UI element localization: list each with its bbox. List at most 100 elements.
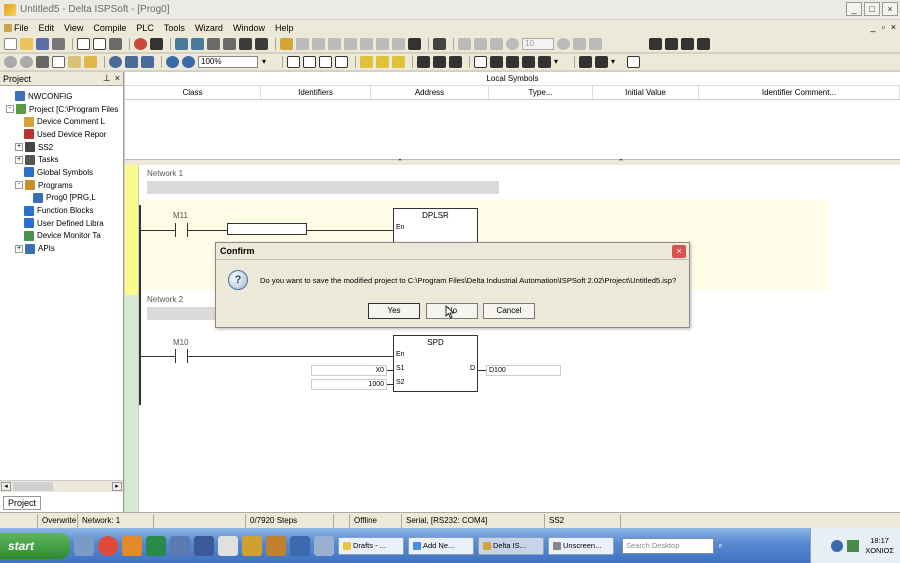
upload-icon[interactable] (223, 38, 236, 50)
scroll-left-icon[interactable]: ◂ (1, 482, 11, 491)
contact-nc-icon[interactable] (433, 56, 446, 68)
monitor-icon[interactable] (191, 38, 204, 50)
pause-icon[interactable] (255, 38, 268, 50)
tree-item[interactable]: - Programs (0, 179, 123, 192)
menu-edit[interactable]: Edit (39, 23, 55, 33)
network-2-comment-bar[interactable] (147, 307, 217, 320)
close-button[interactable]: × (882, 2, 898, 16)
tree-item[interactable]: + SS2 (0, 141, 123, 154)
table-view-icon[interactable] (303, 56, 316, 68)
goto-icon[interactable] (141, 56, 154, 68)
api-icon[interactable] (627, 56, 640, 68)
window-grid-icon[interactable] (697, 38, 710, 50)
tree-item[interactable]: Device Comment L (0, 115, 123, 128)
collapse-icon[interactable]: - (15, 181, 23, 190)
comment-view-icon[interactable] (335, 56, 348, 68)
column-header-identifiers[interactable]: Identifiers (261, 86, 371, 99)
chevron-down-icon[interactable]: ▾ (554, 56, 567, 68)
excel-icon[interactable] (146, 535, 166, 556)
desktop-icon[interactable] (314, 535, 334, 556)
tray-language-icon[interactable] (831, 539, 844, 552)
menu-wizard[interactable]: Wizard (195, 23, 223, 33)
replace-icon[interactable] (125, 56, 138, 68)
tray-clock[interactable]: 18:17 ΧΟΝΙΟΣ (865, 536, 894, 556)
menu-plc[interactable]: PLC (136, 23, 154, 33)
yes-button[interactable]: Yes (368, 303, 420, 319)
chevron-down-icon[interactable]: ▾ (611, 56, 624, 68)
app-icon[interactable] (290, 535, 310, 556)
hline-icon[interactable] (490, 56, 503, 68)
open-folder-icon[interactable] (20, 38, 33, 50)
print-icon[interactable] (52, 38, 65, 50)
menu-file[interactable]: File (0, 23, 29, 33)
chevron-down-icon[interactable]: ▾ (262, 56, 275, 68)
layout-icon[interactable] (93, 38, 106, 50)
task-delta-ispsoft[interactable]: Delta IS... (478, 536, 544, 555)
tray-network-icon[interactable] (847, 539, 860, 552)
outlook-icon[interactable] (122, 535, 142, 556)
ladder-editor[interactable]: Network 1 M11 DPLSR En Network 2 M10 SPD… (125, 165, 900, 512)
s2-operand-field[interactable]: 1000 (311, 379, 387, 390)
online-icon[interactable] (175, 38, 188, 50)
search-icon[interactable]: ⌕ (718, 540, 723, 551)
instruction-icon[interactable] (579, 56, 592, 68)
cancel-button[interactable]: Cancel (483, 303, 535, 319)
empty-element-box[interactable] (227, 223, 307, 235)
zoom-out-icon[interactable] (182, 56, 195, 68)
window-cascade-icon[interactable] (665, 38, 678, 50)
function-block-icon[interactable] (595, 56, 608, 68)
close-icon[interactable]: × (115, 73, 120, 84)
tree-item[interactable]: Global Symbols (0, 166, 123, 179)
branch-icon[interactable] (522, 56, 535, 68)
grid-icon[interactable] (433, 38, 446, 50)
ampersand-icon[interactable] (538, 56, 551, 68)
desktop-search-input[interactable]: Search Desktop (622, 537, 714, 554)
dplsr-block[interactable]: DPLSR En (393, 208, 478, 243)
find-icon[interactable] (109, 56, 122, 68)
network-1-margin[interactable] (125, 165, 139, 295)
copy-icon[interactable] (52, 56, 65, 68)
compile-icon[interactable] (109, 38, 122, 50)
zoom-in-icon[interactable] (166, 56, 179, 68)
tree-item[interactable]: Prog0 [PRG,L (0, 192, 123, 205)
new-file-icon[interactable] (4, 38, 17, 50)
expand-icon[interactable]: + (15, 244, 23, 253)
window-list-icon[interactable] (681, 38, 694, 50)
network-1-comment-bar[interactable] (147, 181, 499, 194)
task-add-new[interactable]: Add Ne... (408, 536, 474, 555)
quicklaunch-icon[interactable] (74, 535, 94, 556)
tree-item[interactable]: User Defined Libra (0, 217, 123, 230)
step-input[interactable]: 10 (522, 38, 554, 50)
pin-icon[interactable]: ⊥ (103, 73, 111, 84)
column-header-initial-value[interactable]: Initial Value (593, 86, 699, 99)
menu-view[interactable]: View (64, 23, 83, 33)
cut-icon[interactable] (36, 56, 49, 68)
window-icon[interactable] (77, 38, 90, 50)
minimize-button[interactable]: _ (846, 2, 862, 16)
menu-window[interactable]: Window (233, 23, 265, 33)
expand-icon[interactable]: + (15, 143, 23, 152)
stop-icon[interactable] (150, 38, 163, 50)
menu-help[interactable]: Help (275, 23, 294, 33)
dialog-close-button[interactable]: × (672, 245, 686, 258)
column-header-class[interactable]: Class (125, 86, 261, 99)
task-unscreen[interactable]: Unscreen... (548, 536, 614, 555)
doc-minimize-button[interactable]: _ (871, 22, 876, 32)
expand-icon[interactable]: + (15, 155, 23, 164)
eraser-icon[interactable] (84, 56, 97, 68)
split-view-icon[interactable] (319, 56, 332, 68)
collapse-icon[interactable]: - (6, 105, 14, 114)
doc-restore-button[interactable]: ▫ (882, 22, 885, 32)
s1-operand-field[interactable]: X0 (311, 365, 387, 376)
scroll-thumb[interactable] (13, 482, 53, 491)
select-pointer-icon[interactable] (474, 56, 487, 68)
media-icon[interactable] (242, 535, 262, 556)
menu-compile[interactable]: Compile (93, 23, 126, 33)
network-append-icon[interactable] (376, 56, 389, 68)
pen-icon[interactable] (280, 38, 293, 50)
record-icon[interactable] (134, 38, 147, 50)
task-drafts[interactable]: Drafts - ... (338, 536, 404, 555)
doc-close-button[interactable]: × (891, 22, 896, 32)
tree-item[interactable]: Used Device Repor (0, 128, 123, 141)
horizontal-scrollbar[interactable]: ◂ ▸ (0, 480, 123, 492)
